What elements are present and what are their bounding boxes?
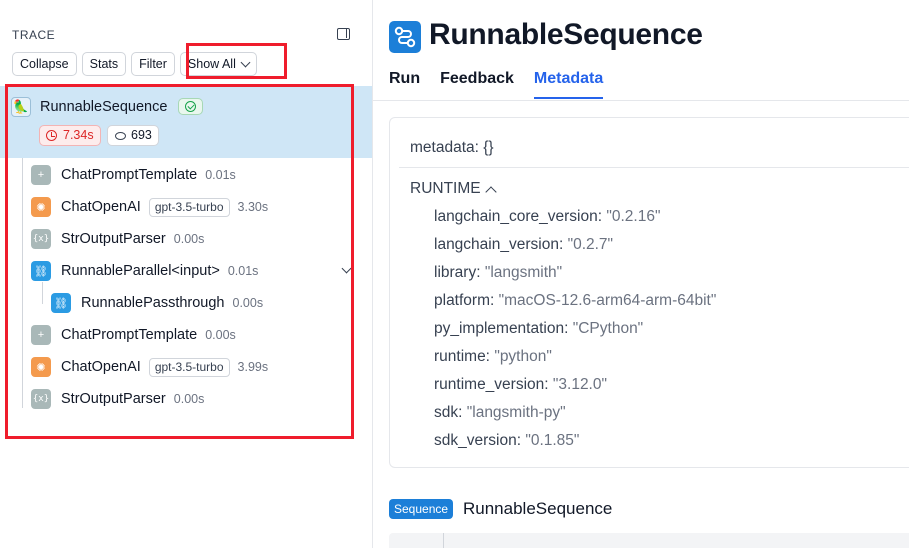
runtime-entry: py_implementation: "CPython" — [434, 320, 643, 338]
runtime-value: "CPython" — [572, 320, 644, 337]
runtime-header: RUNTIME — [410, 180, 481, 197]
runtime-toggle[interactable]: RUNTIME — [410, 180, 497, 198]
metadata-divider — [399, 167, 909, 168]
collapse-button[interactable]: Collapse — [12, 52, 77, 76]
sequence-icon — [389, 21, 421, 53]
runtime-value: "macOS-12.6-arm64-arm-64bit" — [498, 292, 717, 309]
tabs-divider — [373, 100, 909, 101]
run-type-badge: Sequence — [389, 499, 454, 519]
runtime-entry: sdk_version: "0.1.85" — [434, 432, 579, 450]
trace-title: TRACE — [12, 28, 56, 42]
runtime-entry: runtime: "python" — [434, 348, 552, 366]
runtime-value: "0.2.16" — [606, 208, 661, 225]
metadata-card: metadata: {} RUNTIME langchain_core_vers… — [389, 117, 909, 468]
filter-button[interactable]: Filter — [131, 52, 175, 76]
runtime-value: "0.1.85" — [525, 432, 580, 449]
runtime-key: sdk: — [434, 404, 463, 421]
trace-panel: TRACE Collapse Stats Filter Show All 🦜 R… — [0, 0, 373, 548]
highlight-show-all — [186, 43, 287, 79]
runtime-value: "langsmith-py" — [466, 404, 566, 421]
code-block — [389, 533, 909, 548]
runtime-key: runtime_version: — [434, 376, 549, 393]
run-title: RunnableSequence — [429, 18, 703, 51]
runtime-value: "langsmith" — [484, 264, 563, 281]
runtime-key: py_implementation: — [434, 320, 569, 337]
runtime-entry: langchain_version: "0.2.7" — [434, 236, 613, 254]
runtime-key: platform: — [434, 292, 495, 309]
metadata-key: metadata: — [410, 139, 479, 156]
metadata-value: {} — [483, 139, 494, 156]
panel-toggle-icon[interactable] — [337, 28, 350, 40]
runtime-key: langchain_core_version: — [434, 208, 603, 225]
runtime-key: runtime: — [434, 348, 490, 365]
runtime-key: langchain_version: — [434, 236, 564, 253]
runtime-key: sdk_version: — [434, 432, 522, 449]
runtime-entry: runtime_version: "3.12.0" — [434, 376, 607, 394]
run-detail-panel: RunnableSequence Run Feedback Metadata m… — [373, 0, 909, 548]
detail-tabs: Run Feedback Metadata — [389, 70, 604, 99]
runtime-value: "0.2.7" — [567, 236, 614, 253]
tab-metadata[interactable]: Metadata — [533, 70, 604, 99]
runtime-value: "python" — [494, 348, 552, 365]
chevron-up-icon — [484, 185, 497, 198]
stats-button[interactable]: Stats — [81, 52, 127, 76]
runtime-key: library: — [434, 264, 481, 281]
runtime-entry: platform: "macOS-12.6-arm64-arm-64bit" — [434, 292, 716, 310]
metadata-line: metadata: {} — [410, 139, 494, 157]
runtime-entry: library: "langsmith" — [434, 264, 562, 282]
section-run-name: RunnableSequence — [463, 499, 613, 518]
highlight-trace-tree — [5, 84, 354, 439]
tab-feedback[interactable]: Feedback — [440, 70, 514, 99]
tab-run[interactable]: Run — [389, 70, 420, 99]
runtime-value: "3.12.0" — [552, 376, 607, 393]
runtime-entry: langchain_core_version: "0.2.16" — [434, 208, 660, 226]
runtime-entry: sdk: "langsmith-py" — [434, 404, 566, 422]
